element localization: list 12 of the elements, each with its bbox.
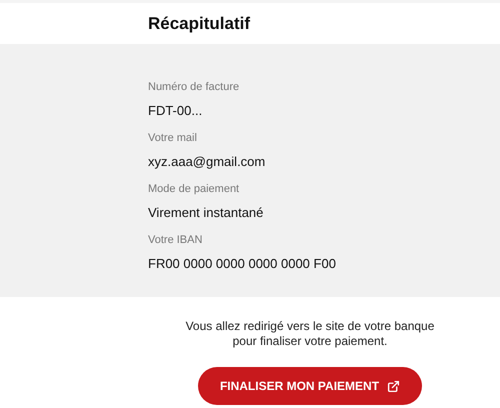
field-value: FR00 0000 0000 0000 0000 F00 [148, 255, 337, 273]
redirect-notice: Vous allez redirigé vers le site de votre banque pour finaliser votre paiement. [185, 319, 435, 349]
field-value: FDT-00... [148, 102, 204, 120]
field-label: Mode de paiement [148, 182, 240, 197]
field-value: Virement instantané [148, 204, 264, 222]
field-value: xyz.aaa@gmail.com [148, 153, 266, 171]
external-link-icon [387, 380, 400, 392]
field-label: Numéro de facture [148, 80, 240, 95]
field-label: Votre mail [148, 131, 198, 146]
finalize-payment-button[interactable]: FINALISER MON PAIEMENT [198, 367, 422, 405]
page-title: Récapitulatif [148, 12, 250, 35]
field-label: Votre IBAN [148, 233, 204, 248]
